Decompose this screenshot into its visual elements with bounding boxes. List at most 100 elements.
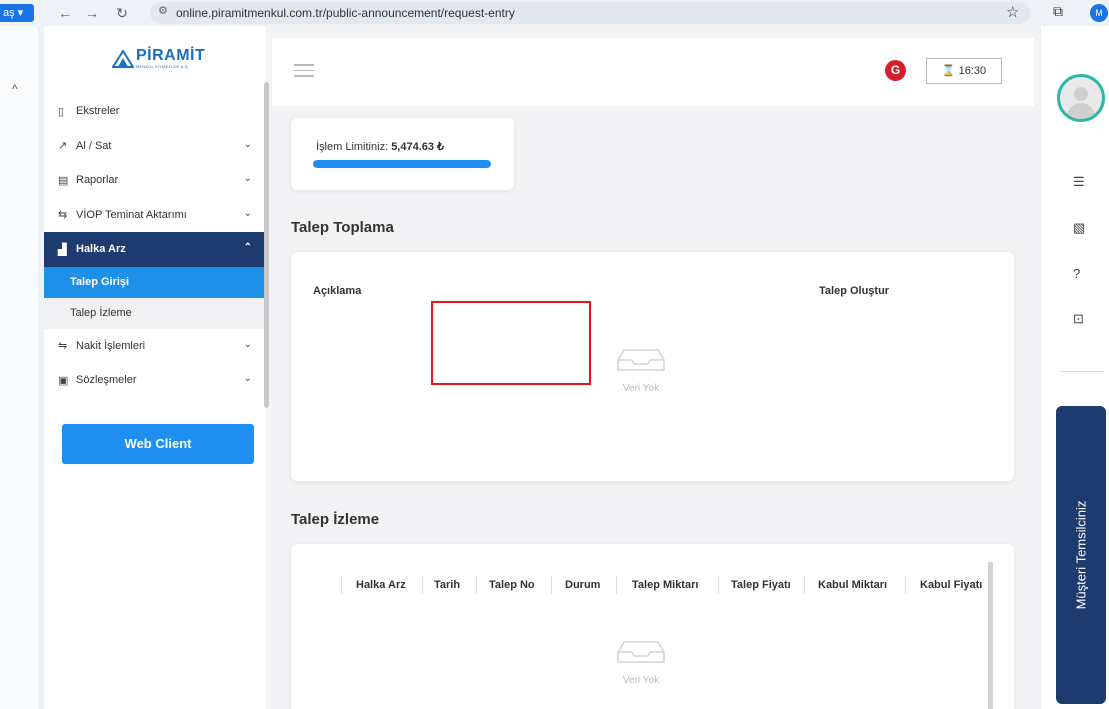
col-durum: Durum [565,579,601,591]
empty-inbox-icon [617,349,665,371]
col-create-request: Talep Oluştur [819,285,890,297]
logo-subtitle: MENKUL KIYMETLER A.Ş. [136,64,189,69]
empty-state: Veri Yok [591,346,691,394]
brand-badge-icon[interactable]: G [885,60,906,81]
limit-progress-bar [313,160,491,168]
sidebar-item-halka-arz[interactable]: ▟ Halka Arz ⌃ [44,232,266,267]
column-separator [905,576,906,594]
chevron-down-icon: ⌄ [243,373,252,384]
limit-card: İşlem Limitiniz: 5,474.63 ₺ [291,118,514,190]
col-kabul-miktari: Kabul Miktarı [818,579,888,591]
profile-avatar[interactable]: M [1090,4,1108,22]
column-separator [551,576,552,594]
sidebar-item-label: VİOP Teminat Aktarımı [76,208,187,221]
representative-label: Müşteri Temsilciniz [1073,500,1089,610]
report-icon: ▤ [58,174,69,187]
column-separator [718,576,719,594]
request-section-title: Talep Toplama [291,219,394,236]
sidebar-item-label: Nakit İşlemleri [76,339,146,352]
chevron-up-icon[interactable]: ^ [12,82,18,96]
col-tarih: Tarih [434,579,461,591]
exchange-icon: ⇋ [58,340,68,353]
main-header: G ⌛ 16:30 [272,38,1034,106]
document-icon: ▯ [58,105,65,118]
limit-value: 5,474.63 ₺ [391,141,445,153]
session-timer: ⌛ 16:30 [926,58,1002,84]
sidebar: PİRAMİT MENKUL KIYMETLER A.Ş. ▯ Ekstrele… [44,26,266,709]
chart-icon: ▟ [58,243,67,256]
site-settings-icon[interactable]: ⚙ [158,4,168,17]
sidebar-item-sozlesmeler[interactable]: ▣ Sözleşmeler ⌄ [44,363,266,398]
forward-icon[interactable]: → [82,3,102,23]
empty-inbox-icon [617,641,665,663]
file-icon[interactable]: ▧ [1073,220,1085,236]
sidebar-item-ekstreler[interactable]: ▯ Ekstreler [44,94,266,129]
sidebar-subitem-talep-izleme[interactable]: Talep İzleme [44,297,266,329]
sidebar-scrollbar[interactable] [264,82,269,408]
back-icon[interactable]: ← [55,3,75,23]
sidebar-item-raporlar[interactable]: ▤ Raporlar ⌄ [44,163,266,198]
side-panel: ^ [0,26,38,709]
sidebar-menu: ▯ Ekstreler ↗ Al / Sat ⌄ ▤ Raporlar ⌄ ⇆ … [44,94,266,398]
timer-value: 16:30 [958,65,987,77]
divider [1059,371,1104,372]
logo-title: PİRAMİT [136,47,206,64]
transfer-icon: ⇆ [58,209,68,222]
col-kabul-fiyati: Kabul Fiyatı [920,579,983,591]
empty-text: Veri Yok [622,675,660,686]
hamburger-menu-icon[interactable] [294,64,314,78]
sidebar-item-label: Sözleşmeler [76,374,137,387]
contract-icon: ▣ [58,374,69,387]
table-scrollbar[interactable] [988,562,993,709]
logo[interactable]: PİRAMİT MENKUL KIYMETLER A.Ş. [112,48,205,69]
chevron-down-icon: ⌄ [243,207,252,219]
bookmark-star-icon[interactable]: ☆ [1006,3,1019,21]
address-bar[interactable]: ⚙ online.piramitmenkul.com.tr/public-ann… [150,2,1030,24]
limit-label: İşlem Limitiniz: [316,141,389,153]
url-text: online.piramitmenkul.com.tr/public-annou… [176,6,515,20]
col-halka-arz: Halka Arz [356,579,406,591]
chevron-down-icon: ⌄ [243,173,252,184]
request-card: Açıklama Talep Oluştur Veri Yok [291,252,1014,481]
help-icon[interactable]: ? [1073,266,1080,281]
limit-progress-fill [313,160,491,168]
web-client-button[interactable]: Web Client [62,424,254,464]
empty-state: Veri Yok [591,638,691,686]
monitor-card: Halka Arz Tarih Talep No Durum Talep Mik… [291,544,1014,709]
chevron-down-icon: ⌄ [243,338,252,350]
chevron-up-icon: ⌃ [243,242,252,253]
browser-side-gutter: ^ [0,26,44,709]
monitor-section-title: Talep İzleme [291,511,380,528]
col-description: Açıklama [313,285,362,297]
empty-text: Veri Yok [622,383,660,394]
highlight-box [431,301,591,385]
column-separator [422,576,423,594]
sidebar-item-label: Halka Arz [76,243,126,256]
sidebar-item-al-sat[interactable]: ↗ Al / Sat ⌄ [44,129,266,164]
representative-tab[interactable]: Müşteri Temsilciniz [1056,406,1106,704]
reload-icon[interactable]: ↻ [112,3,132,23]
user-avatar[interactable] [1057,74,1105,122]
column-separator [616,576,617,594]
sidebar-item-viop[interactable]: ⇆ VİOP Teminat Aktarımı ⌄ [44,198,266,233]
tab-group-chip[interactable]: aş ▾ [0,4,34,22]
sidebar-item-label: Al / Sat [76,139,112,152]
col-talep-miktari: Talep Miktarı [632,579,699,591]
pyramid-logo-icon [112,49,134,68]
right-panel: ☰ ▧ ? ⊡ Müşteri Temsilciniz [1040,26,1109,709]
trend-line-icon: ↗ [58,140,68,153]
browser-toolbar: aş ▾ ← → ↻ ⚙ online.piramitmenkul.com.tr… [0,0,1109,26]
sidebar-item-label: Ekstreler [76,105,120,118]
chevron-down-icon: ⌄ [243,138,252,150]
sidebar-item-nakit[interactable]: ⇋ Nakit İşlemleri ⌄ [44,329,266,364]
lock-icon[interactable]: ⊡ [1073,311,1084,327]
sidebar-subitem-talep-girisi[interactable]: Talep Girişi [44,266,266,298]
column-separator [341,576,342,594]
col-talep-fiyati: Talep Fiyatı [731,579,791,591]
hourglass-icon: ⌛ [941,65,956,77]
limit-text: İşlem Limitiniz: 5,474.63 ₺ [316,140,444,153]
col-talep-no: Talep No [489,579,535,591]
list-icon[interactable]: ☰ [1073,174,1085,190]
sidebar-item-label: Raporlar [76,174,119,187]
extensions-icon[interactable]: ⧉ [1053,3,1063,20]
